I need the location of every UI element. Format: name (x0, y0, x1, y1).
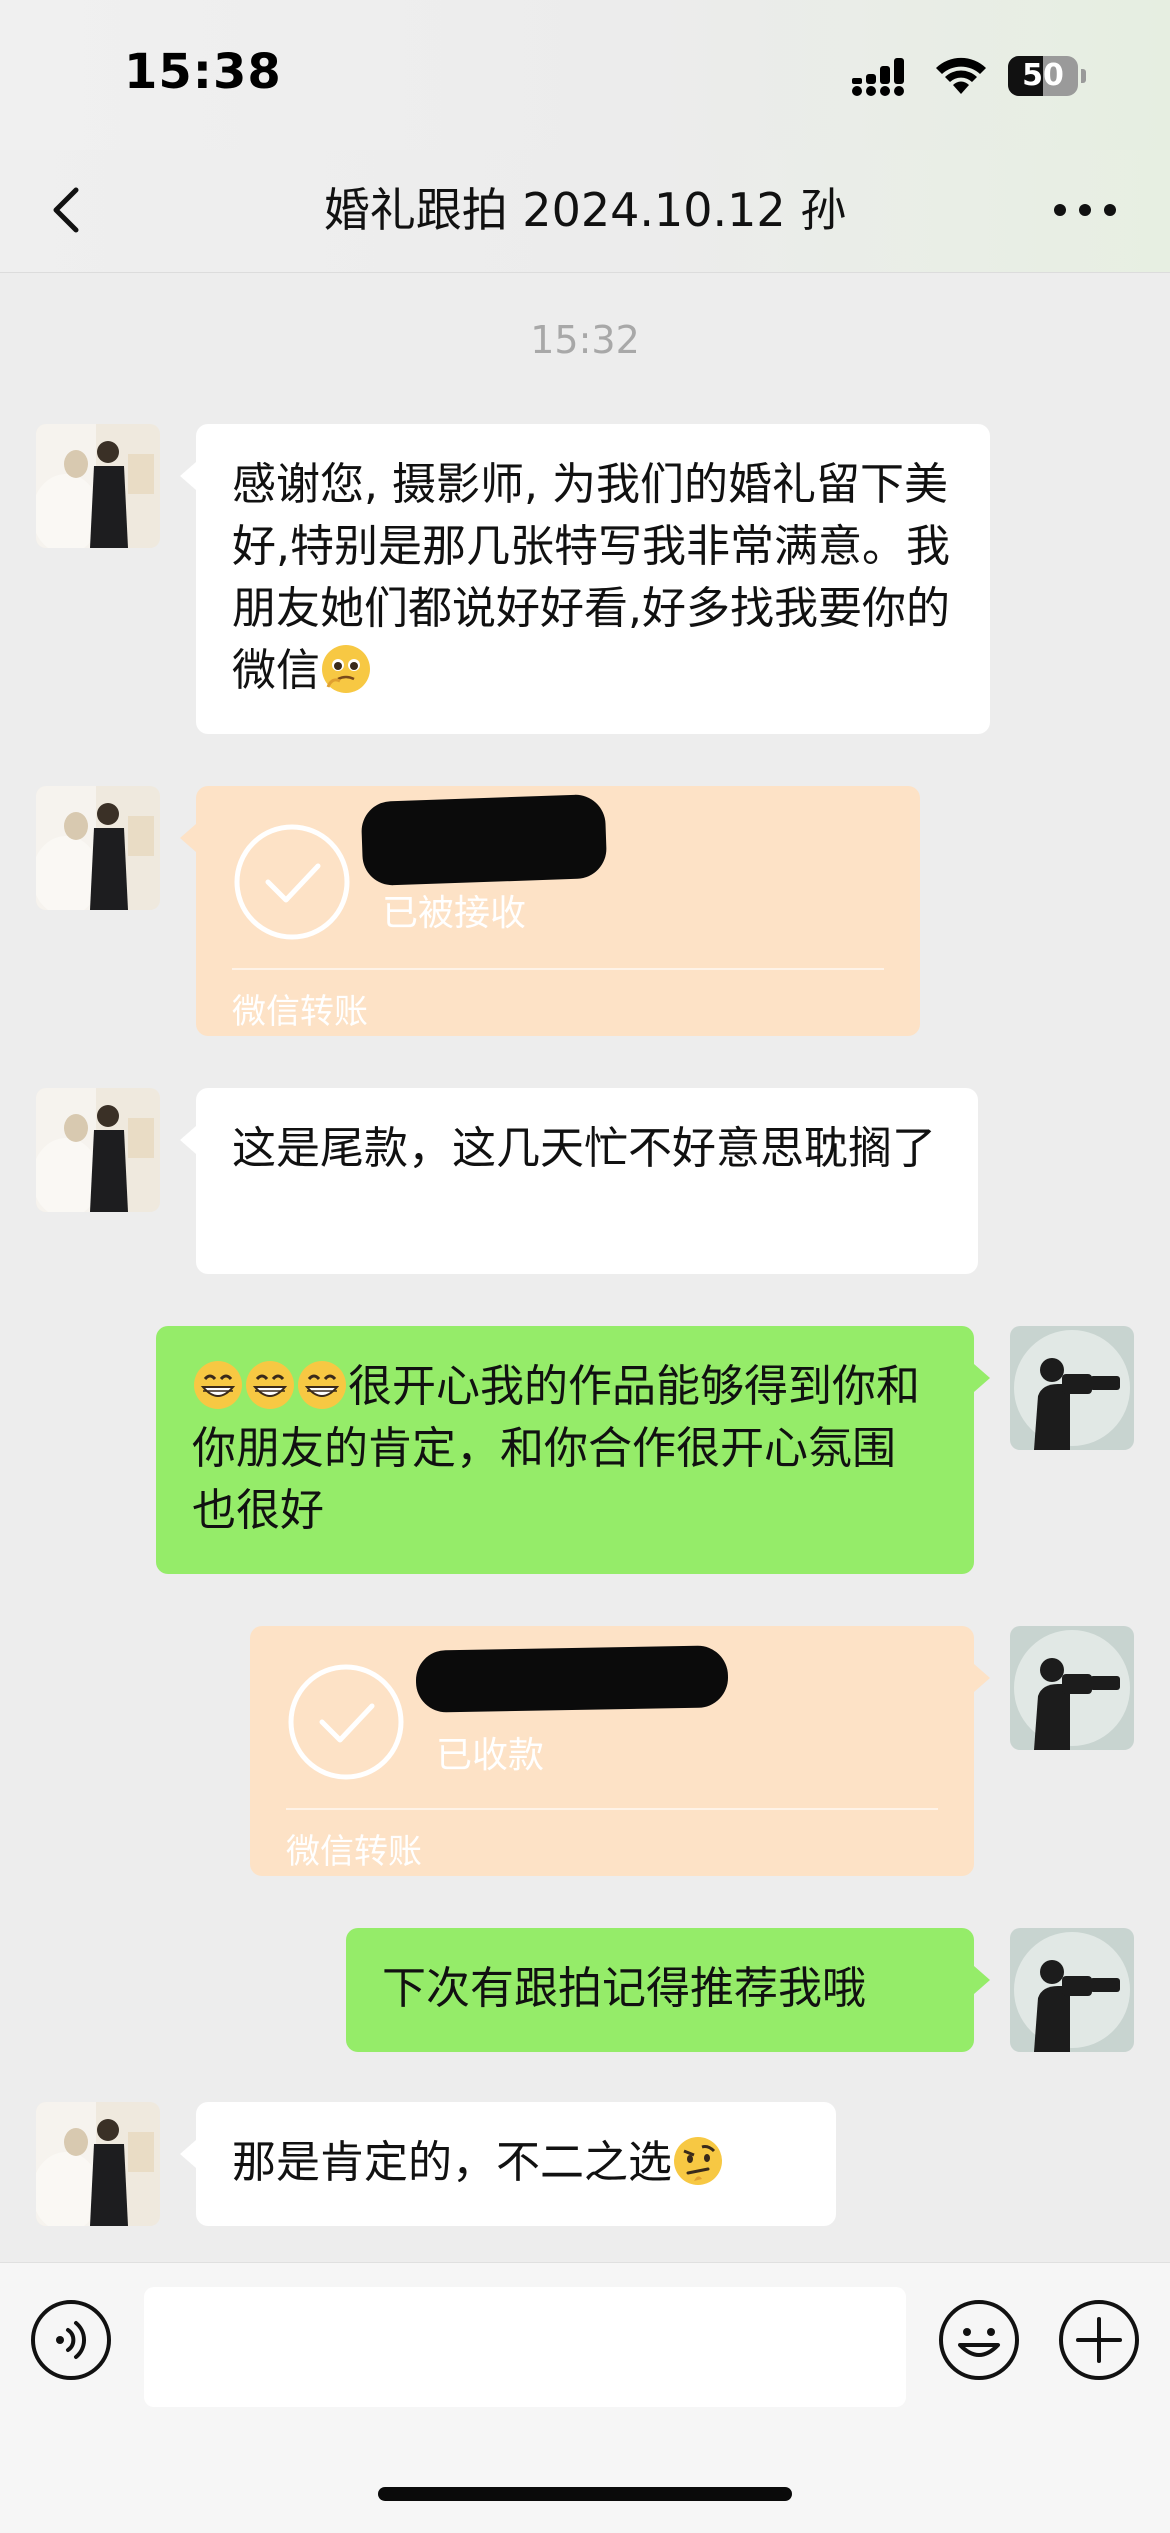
cellular-signal-icon (852, 58, 904, 96)
incoming-message-bubble[interactable]: 那是肯定的，不二之选 (180, 2102, 836, 2226)
status-time: 15:38 (124, 44, 282, 100)
photographer-avatar-image (1010, 1326, 1134, 1450)
outgoing-message-bubble[interactable]: 下次有跟拍记得推荐我哦 (346, 1928, 990, 2052)
photographer-avatar-image (1010, 1626, 1134, 1750)
my-avatar[interactable] (1010, 1928, 1134, 2052)
message-input[interactable] (144, 2287, 906, 2407)
message-text: 这是尾款，这几天忙不好意思耽搁了 (232, 1123, 936, 1174)
input-bar (0, 2262, 1170, 2533)
message-text: 下次有跟拍记得推荐我哦 (382, 1963, 866, 2014)
incoming-message-bubble[interactable]: 感谢您, 摄影师, 为我们的婚礼留下美好,特别是那几张特写我非常满意。我朋友她们… (180, 424, 990, 734)
battery-level: 50 (1022, 58, 1064, 93)
check-circle-icon (234, 824, 350, 940)
battery-nub (1081, 69, 1086, 83)
message-text: 感谢您, 摄影师, 为我们的婚礼留下美好,特别是那几张特写我非常满意。我朋友她们… (232, 459, 950, 696)
contact-avatar[interactable] (36, 1088, 160, 1212)
contact-avatar[interactable] (36, 2102, 160, 2226)
plus-icon[interactable] (1058, 2299, 1140, 2381)
my-avatar[interactable] (1010, 1326, 1134, 1450)
smiley-icon[interactable] (938, 2299, 1020, 2381)
transfer-status: 已收款 (436, 1735, 545, 1776)
chevron-left-icon[interactable] (40, 180, 100, 240)
status-bar: 15:38 50 (0, 0, 1170, 150)
wifi-icon (936, 57, 986, 94)
outgoing-transfer-card[interactable]: 已收款 微信转账 (250, 1626, 990, 1876)
voice-icon[interactable] (30, 2299, 112, 2381)
avatar-image (36, 786, 160, 910)
transfer-divider (232, 968, 884, 970)
avatar-image (36, 424, 160, 548)
nav-bar: 婚礼跟拍 2024.10.12 孙 (0, 150, 1170, 273)
transfer-divider (286, 1808, 938, 1810)
grinning-face-emoji-icon (298, 1361, 346, 1409)
outgoing-message-bubble[interactable]: 很开心我的作品能够得到你和你朋友的肯定，和你合作很开心氛围也很好 (156, 1326, 990, 1574)
my-avatar[interactable] (1010, 1626, 1134, 1750)
incoming-message-bubble[interactable]: 这是尾款，这几天忙不好意思耽搁了 (180, 1088, 978, 1274)
pleading-face-emoji-icon (322, 645, 370, 693)
photographer-avatar-image (1010, 1928, 1134, 2052)
battery-indicator: 50 (1008, 56, 1086, 96)
incoming-transfer-card[interactable]: 已被接收 微信转账 (180, 786, 920, 1036)
chat-title: 婚礼跟拍 2024.10.12 孙 (323, 183, 847, 237)
redacted-amount (360, 793, 608, 887)
grinning-face-emoji-icon (194, 1361, 242, 1409)
home-indicator[interactable] (378, 2487, 792, 2501)
message-text: 很开心我的作品能够得到你和你朋友的肯定，和你合作很开心氛围也很好 (192, 1361, 920, 1536)
battery-body: 50 (1008, 56, 1078, 96)
grinning-face-emoji-icon (246, 1361, 294, 1409)
ellipsis-icon[interactable] (1050, 190, 1120, 230)
avatar-image (36, 1088, 160, 1212)
avatar-image (36, 2102, 160, 2226)
contact-avatar[interactable] (36, 424, 160, 548)
raised-eyebrow-face-emoji-icon (674, 2137, 722, 2185)
check-circle-icon (288, 1664, 404, 1780)
transfer-label: 微信转账 (232, 992, 368, 1032)
transfer-label: 微信转账 (286, 1832, 422, 1872)
message-timestamp: 15:32 (530, 318, 640, 362)
contact-avatar[interactable] (36, 786, 160, 910)
message-text: 那是肯定的，不二之选 (232, 2132, 800, 2194)
transfer-status: 已被接收 (382, 893, 527, 934)
redacted-amount (415, 1645, 729, 1713)
